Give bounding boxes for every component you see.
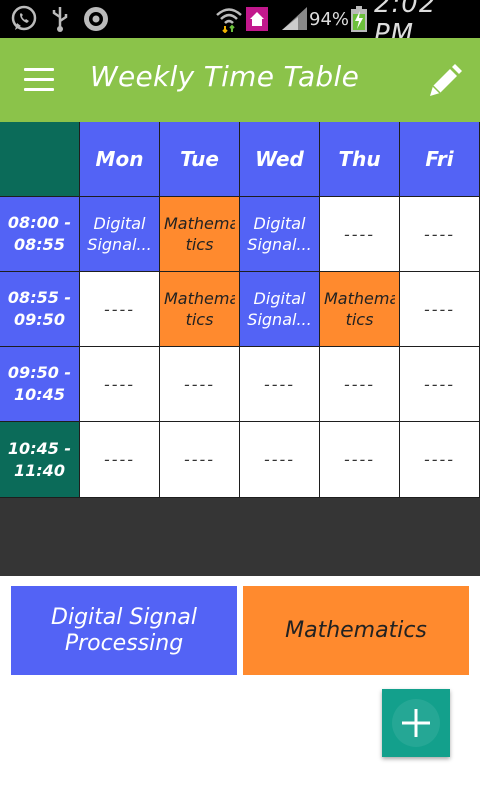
timetable-cell-tue[interactable]: Mathema tics [160, 197, 240, 272]
usb-icon [48, 6, 72, 32]
timetable-cell-text: Mathema tics [324, 289, 395, 329]
timetable-cell-tue[interactable]: ---- [160, 422, 240, 498]
timetable-cell-wed[interactable]: Digital Signal... [240, 272, 320, 347]
day-header-thu: Thu [320, 122, 400, 197]
timetable-cell-wed[interactable]: Digital Signal... [240, 197, 320, 272]
battery-percent: 94% [309, 8, 350, 30]
timetable-cell-text: ---- [183, 374, 216, 394]
timetable-cell-text: ---- [423, 374, 456, 394]
day-header-fri: Fri [400, 122, 480, 197]
timetable-cell-fri[interactable]: ---- [400, 347, 480, 422]
timetable-cell-text: ---- [343, 224, 376, 244]
time-slot-label: 08:00 - 08:55 [0, 197, 80, 272]
circle-app-icon [80, 6, 112, 32]
timetable-cell-text: ---- [183, 450, 216, 469]
timetable-cell-text: ---- [103, 450, 136, 469]
subject-card-label: Mathematics [285, 617, 427, 643]
timetable-cell-mon[interactable]: Digital Signal... [80, 197, 160, 272]
timetable-grid: Mon Tue Wed Thu Fri 08:00 - 08:55 Digital… [0, 122, 480, 498]
timetable-cell-text: ---- [263, 450, 296, 469]
signal-icon [280, 6, 310, 32]
timetable-cell-tue[interactable]: Mathema tics [160, 272, 240, 347]
whatsapp-icon [8, 5, 40, 32]
day-header-tue: Tue [160, 122, 240, 197]
status-bar: 94% 2:02 PM [0, 0, 480, 49]
timetable-cell-text: ---- [343, 450, 376, 469]
battery-charging-icon [348, 6, 370, 32]
time-slot-label: 10:45 - 11:40 [0, 422, 80, 498]
timetable-cell-text: ---- [343, 374, 376, 394]
timetable-cell-text: Digital Signal... [87, 214, 152, 254]
pencil-icon[interactable] [424, 62, 464, 102]
time-slot-label: 09:50 - 10:45 [0, 347, 80, 422]
timetable-cell-mon[interactable]: ---- [80, 347, 160, 422]
plus-icon [402, 709, 430, 737]
timetable-cell-thu[interactable]: ---- [320, 347, 400, 422]
timetable-corner [0, 122, 80, 197]
day-header-mon: Mon [80, 122, 160, 197]
timetable-cell-mon[interactable]: ---- [80, 422, 160, 498]
timetable-cell-thu[interactable]: ---- [320, 422, 400, 498]
timetable-cell-fri[interactable]: ---- [400, 272, 480, 347]
time-slot-label: 08:55 - 09:50 [0, 272, 80, 347]
timetable-cell-fri[interactable]: ---- [400, 422, 480, 498]
page-title: Weekly Time Table [90, 60, 360, 93]
timetable-cell-text: ---- [423, 450, 456, 469]
day-header-wed: Wed [240, 122, 320, 197]
timetable-cell-text: Digital Signal... [247, 214, 312, 254]
timetable-footer-band [0, 498, 480, 576]
app-bar: Weekly Time Table [0, 38, 480, 122]
status-time: 2:02 PM [374, 0, 437, 49]
timetable-cell-mon[interactable]: ---- [80, 272, 160, 347]
timetable-cell-thu[interactable]: Mathema tics [320, 272, 400, 347]
timetable-cell-wed[interactable]: ---- [240, 347, 320, 422]
wifi-icon [214, 6, 244, 33]
subject-card-digital-signal-processing[interactable]: Digital Signal Processing [11, 586, 237, 675]
timetable-cell-text: Mathema tics [164, 289, 235, 329]
home-icon [245, 6, 269, 32]
timetable-cell-thu[interactable]: ---- [320, 197, 400, 272]
timetable-cell-text: ---- [263, 374, 296, 394]
subject-card-mathematics[interactable]: Mathematics [243, 586, 469, 675]
subject-card-label: Digital Signal Processing [51, 604, 197, 656]
add-subject-button[interactable] [382, 689, 450, 757]
timetable-cell-text: ---- [423, 224, 456, 244]
timetable-cell-tue[interactable]: ---- [160, 347, 240, 422]
timetable-cell-text: Digital Signal... [247, 289, 312, 329]
timetable-cell-text: ---- [103, 299, 136, 319]
timetable-cell-fri[interactable]: ---- [400, 197, 480, 272]
timetable-cell-wed[interactable]: ---- [240, 422, 320, 498]
timetable-cell-text: Mathema tics [164, 214, 235, 254]
menu-icon[interactable] [24, 68, 56, 92]
timetable-cell-text: ---- [103, 374, 136, 394]
timetable-cell-text: ---- [423, 299, 456, 319]
